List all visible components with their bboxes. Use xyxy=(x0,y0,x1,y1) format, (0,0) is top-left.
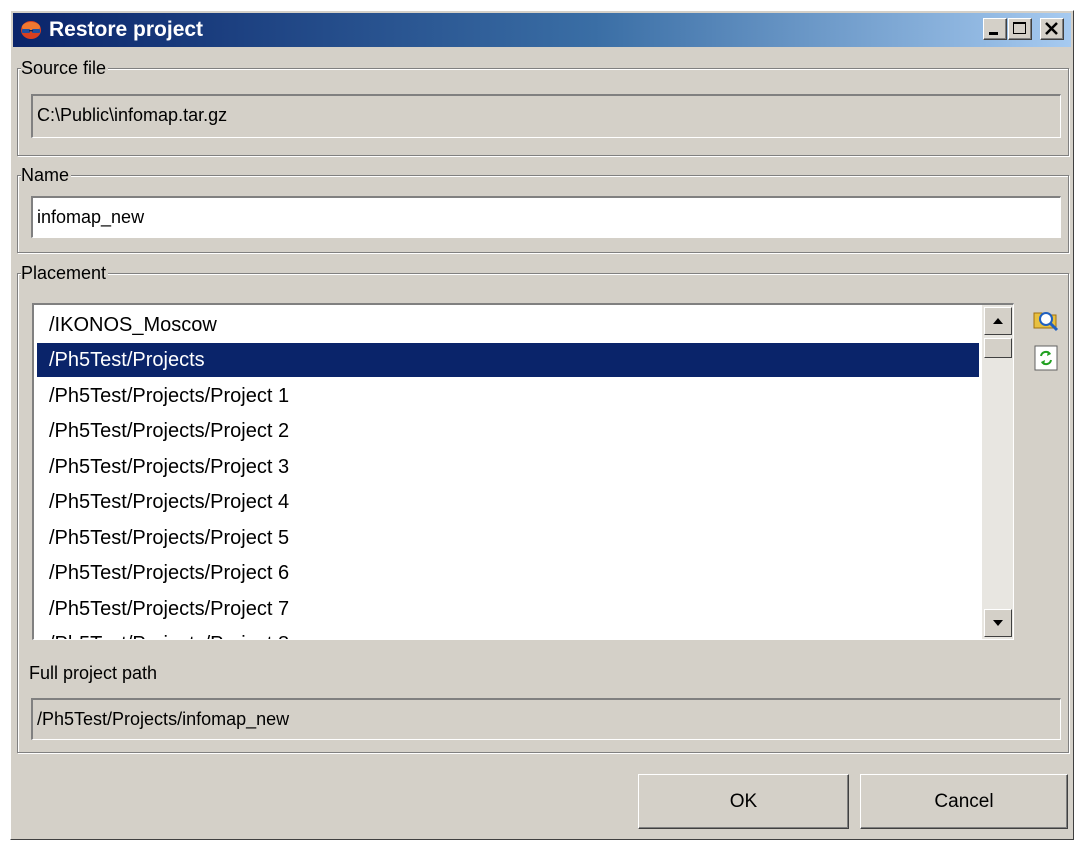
refresh-icon[interactable] xyxy=(1033,344,1063,374)
list-item[interactable]: /Ph5Test/Projects/Project 8 xyxy=(37,627,979,639)
list-item[interactable]: /Ph5Test/Projects/Project 5 xyxy=(37,521,979,555)
arrow-up-icon xyxy=(993,318,1003,324)
scroll-thumb[interactable] xyxy=(984,338,1012,358)
maximize-button[interactable] xyxy=(1008,18,1032,40)
search-folder-icon[interactable] xyxy=(1031,304,1061,334)
name-label: Name xyxy=(21,165,72,185)
arrow-down-icon xyxy=(993,620,1003,626)
list-item[interactable]: /Ph5Test/Projects/Project 6 xyxy=(37,556,979,590)
list-scrollbar[interactable] xyxy=(982,305,1013,639)
list-item[interactable]: /Ph5Test/Projects/Project 3 xyxy=(37,450,979,484)
full-path-label: Full project path xyxy=(29,663,158,683)
minimize-button[interactable] xyxy=(983,18,1007,40)
restore-project-dialog: Restore project Source file C:\Public\in… xyxy=(10,10,1074,840)
placement-list[interactable]: /IKONOS_Moscow /Ph5Test/Projects /Ph5Tes… xyxy=(32,303,1014,640)
ok-button[interactable]: OK xyxy=(638,774,849,829)
window-title: Restore project xyxy=(49,18,204,41)
minimize-icon xyxy=(989,32,998,35)
maximize-icon xyxy=(1013,22,1026,34)
app-icon xyxy=(19,19,43,41)
close-icon xyxy=(1045,22,1058,35)
list-item[interactable]: /Ph5Test/Projects/Project 2 xyxy=(37,414,979,448)
close-button[interactable] xyxy=(1040,18,1064,40)
list-item[interactable]: /Ph5Test/Projects/Project 4 xyxy=(37,485,979,519)
title-bar[interactable]: Restore project xyxy=(13,13,1071,47)
cancel-button[interactable]: Cancel xyxy=(860,774,1068,829)
placement-label: Placement xyxy=(21,263,109,283)
list-item[interactable]: /Ph5Test/Projects/Project 7 xyxy=(37,592,979,626)
scroll-down-button[interactable] xyxy=(984,609,1012,637)
list-item[interactable]: /Ph5Test/Projects/Project 1 xyxy=(37,379,979,413)
scroll-up-button[interactable] xyxy=(984,307,1012,335)
list-item-selected[interactable]: /Ph5Test/Projects xyxy=(37,343,979,377)
list-item[interactable]: /IKONOS_Moscow xyxy=(37,308,979,342)
name-input[interactable]: infomap_new xyxy=(31,196,1061,238)
source-file-field: C:\Public\infomap.tar.gz xyxy=(31,94,1061,138)
full-path-field: /Ph5Test/Projects/infomap_new xyxy=(31,698,1061,740)
source-file-label: Source file xyxy=(21,58,109,78)
